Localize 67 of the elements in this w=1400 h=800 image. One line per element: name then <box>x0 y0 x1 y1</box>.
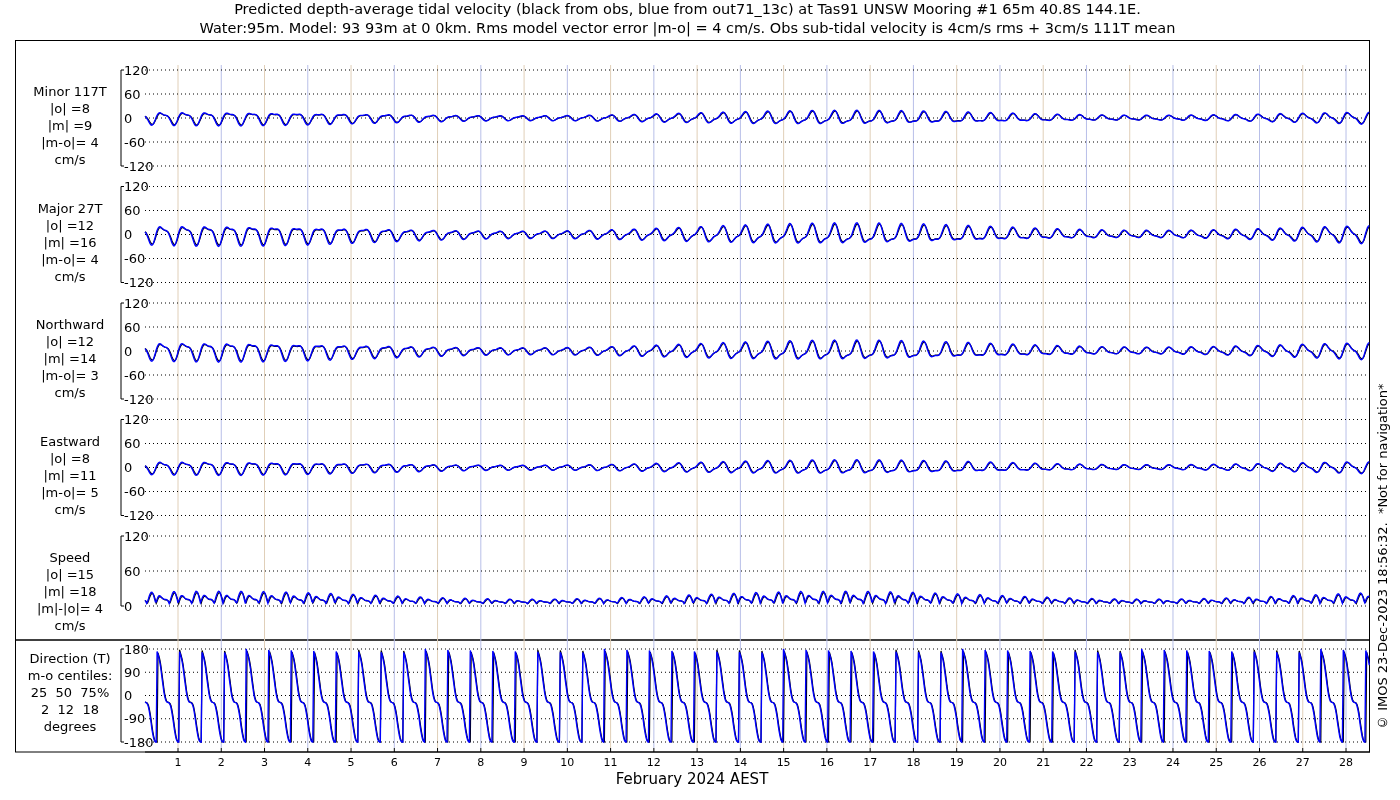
chart-title: Water:95m. Model: 93 93m at 0 0km. Rms model vector error |m-o| = 4 cm/s. Obs sub-tidal velocity is 4cm/s rms + 3cm/s 111T mean <box>199 19 1176 38</box>
tick-label: 28 <box>1339 756 1353 769</box>
tick-label: 12 <box>646 756 661 769</box>
tick-label: 19 <box>949 756 964 769</box>
tick-label: 120 <box>124 295 149 311</box>
tick-label: -120 <box>124 158 154 174</box>
tick-label: 0 <box>124 688 133 703</box>
tick-label: 5 <box>347 756 355 769</box>
tick-label: 60 <box>124 319 141 335</box>
tick-label: 16 <box>819 756 834 769</box>
tick-label: 120 <box>124 528 149 544</box>
tick-label: 0 <box>124 460 133 475</box>
tick-label: 11 <box>603 756 618 769</box>
panel-label: Direction (T) m-o centiles: 25 50 75% 2 12 18 degrees <box>27 651 113 734</box>
tick-label: 60 <box>124 203 141 218</box>
tick-label: -120 <box>124 508 154 523</box>
y-axis <box>120 535 125 607</box>
axis-label: February 2024 AEST <box>615 770 769 788</box>
tick-label: 23 <box>1122 756 1137 769</box>
tick-label: -60 <box>124 134 146 150</box>
tick-label: 20 <box>992 756 1007 769</box>
tick-label: 120 <box>124 179 149 194</box>
tick-label: 60 <box>124 86 141 102</box>
tick-label: 22 <box>1079 756 1094 769</box>
tick-label: 6 <box>390 756 398 769</box>
tick-label: 1 <box>174 756 182 769</box>
tick-label: -60 <box>124 367 146 383</box>
tick-label: 3 <box>261 756 268 769</box>
tick-label: 9 <box>520 756 528 769</box>
tick-label: 60 <box>124 563 141 579</box>
tick-label: 24 <box>1166 756 1180 769</box>
credit-text: © IMOS 23-Dec-2023 18:56:32. *Not for navigation* <box>1375 382 1390 730</box>
tick-label: 120 <box>124 62 149 78</box>
tick-label: 14 <box>733 756 748 769</box>
tick-label: 21 <box>1036 756 1051 769</box>
panel-label: Minor 117T |o| =8 |m| =9 |m-o|= 4 cm/s <box>33 84 107 167</box>
tick-label: 90 <box>124 664 141 680</box>
panel-label: Speed |o| =15 |m| =18 |m|-|o|= 4 cm/s <box>36 550 104 633</box>
tick-label: 0 <box>124 110 133 126</box>
chart-title: Predicted depth-average tidal velocity (black from obs, blue from out71_13c) at Tas91 UNSW Mooring #1 65m 40.8S 144.1E. <box>234 0 1141 19</box>
tick-label: 2 <box>217 756 225 769</box>
tick-label: 4 <box>304 756 312 769</box>
tick-label: 7 <box>434 756 442 769</box>
tick-label: 0 <box>124 227 133 242</box>
panel-label: Major 27T |o| =12 |m| =16 |m-o|= 4 cm/s <box>37 200 103 284</box>
tick-label: 18 <box>906 756 921 769</box>
tick-label: -60 <box>124 484 146 499</box>
tick-label: -120 <box>124 391 154 407</box>
tick-label: -60 <box>124 251 146 266</box>
tick-label: 13 <box>690 756 705 769</box>
panel-label: Eastward |o| =8 |m| =11 |m-o|= 5 cm/s <box>40 433 100 517</box>
tick-label: 25 <box>1209 756 1224 769</box>
tick-label: 15 <box>776 756 791 769</box>
tick-label: 27 <box>1295 756 1310 769</box>
tick-label: 60 <box>124 436 141 451</box>
tick-label: 180 <box>124 641 149 657</box>
tick-label: 0 <box>124 598 133 614</box>
tick-label: 17 <box>863 756 878 769</box>
panel-label: Northward |o| =12 |m| =14 |m-o|= 3 cm/s <box>35 317 105 400</box>
tick-label: -90 <box>124 711 146 727</box>
tick-label: 10 <box>560 756 575 769</box>
tick-label: 120 <box>124 412 149 427</box>
tick-label: 0 <box>124 343 133 359</box>
tick-label: 8 <box>477 756 485 769</box>
tick-label: 26 <box>1252 756 1267 769</box>
tick-label: -120 <box>124 275 154 290</box>
tick-label: -180 <box>124 734 154 750</box>
